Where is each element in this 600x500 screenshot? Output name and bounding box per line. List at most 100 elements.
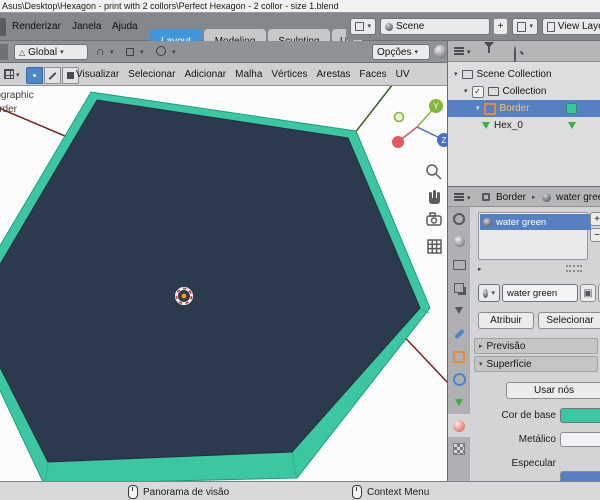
snap-dropdown-icon[interactable]: ▾ <box>110 49 114 56</box>
transform-orientation-dropdown[interactable]: △ Global ▾ <box>14 44 88 60</box>
material-browse-button[interactable]: ▾ <box>478 284 500 302</box>
cut-icon-fragment <box>0 44 8 60</box>
menu-view[interactable]: Visualizar <box>76 69 119 80</box>
material-slot-list[interactable]: water green <box>478 212 591 260</box>
outliner-editor-type-icon[interactable] <box>454 47 464 55</box>
select-button[interactable]: Selecionar <box>538 312 600 329</box>
collection-icon <box>461 70 473 79</box>
breadcrumb-object[interactable]: Border <box>496 187 526 206</box>
axis-x-ball <box>392 136 404 148</box>
outliner-row-hex0[interactable]: Hex_0 <box>448 117 600 134</box>
menu-edge[interactable]: Arestas <box>317 69 351 80</box>
menu-add[interactable]: Adicionar <box>184 69 226 80</box>
zoom-icon[interactable] <box>426 164 442 180</box>
row-label: Scene Collection <box>476 69 552 80</box>
scene-icon <box>355 22 365 31</box>
output-tab-icon[interactable] <box>448 253 470 276</box>
disclosure-icon[interactable]: ▾ <box>464 88 468 95</box>
menu-vertex[interactable]: Vértices <box>271 69 307 80</box>
options-dropdown[interactable]: Opções ▾ <box>372 44 430 60</box>
panel-expanded-icon: ▾ <box>479 360 483 368</box>
outliner: ▾ Scene Collection ▾ ✓ Collection ▾ Bord… <box>448 62 600 186</box>
menu-help[interactable]: Ajuda <box>106 13 144 41</box>
texture-tab-icon[interactable] <box>448 437 470 460</box>
mouse-icon <box>128 485 138 499</box>
viewport-header: ▾ Visualizar Selecionar Adicionar Malha … <box>0 63 447 86</box>
outliner-row-border[interactable]: ▾ Border <box>448 100 600 117</box>
specials-chevron-icon[interactable]: ▸ <box>478 266 482 273</box>
outliner-row-scene-collection[interactable]: ▾ Scene Collection <box>448 66 600 83</box>
fake-user-button[interactable]: ▣ <box>580 284 596 302</box>
add-slot-button[interactable]: + <box>590 212 600 226</box>
preview-panel-header[interactable]: ▸ Previsão <box>474 338 598 354</box>
snap-magnet-icon[interactable]: ∩ <box>96 44 105 58</box>
edge-select-button[interactable] <box>44 67 61 84</box>
object-tab-icon[interactable] <box>448 345 470 368</box>
physics-tab-icon[interactable] <box>448 368 470 391</box>
menu-uv[interactable]: UV <box>396 69 410 80</box>
proportional-edit-icon[interactable] <box>156 46 166 56</box>
material-tab-icon[interactable] <box>448 414 470 437</box>
surface-panel-header[interactable]: ▾ Superfície <box>474 356 598 372</box>
editor-type-chevron-icon[interactable]: ▾ <box>16 72 20 79</box>
scene-name-field[interactable]: Scene <box>380 18 490 35</box>
menu-window[interactable]: Janela <box>66 13 107 41</box>
remove-slot-button[interactable]: − <box>590 228 600 242</box>
assign-button[interactable]: Atribuir <box>478 312 534 329</box>
snap-target-icon[interactable] <box>126 48 134 56</box>
view-layer-field[interactable]: View Layer <box>542 18 600 35</box>
chevron-down-icon: ▾ <box>414 48 418 56</box>
metallic-slider[interactable] <box>560 432 600 447</box>
proportional-falloff-dropdown-icon[interactable]: ▾ <box>172 49 176 56</box>
viewlayer-tab-icon[interactable] <box>448 276 470 299</box>
outliner-row-collection[interactable]: ▾ ✓ Collection <box>448 83 600 100</box>
metallic-label: Metálico <box>518 434 556 445</box>
menu-select[interactable]: Selecionar <box>128 69 175 80</box>
data-tab-icon[interactable] <box>448 391 470 414</box>
object-icon <box>483 102 496 115</box>
vertex-select-button[interactable] <box>26 67 43 84</box>
material-slot-selected[interactable]: water green <box>480 214 591 230</box>
scene-name: Scene <box>396 21 425 32</box>
outliner-editor-chevron-icon[interactable]: ▾ <box>467 49 471 56</box>
modifiers-tab-icon[interactable] <box>448 322 470 345</box>
scene-type-selector[interactable]: ▾ <box>350 18 376 35</box>
new-scene-button[interactable]: + <box>493 18 508 35</box>
tool-tab-icon[interactable] <box>448 207 470 230</box>
mesh-data-icon-right <box>568 122 576 129</box>
material-name-field[interactable]: water green <box>502 284 578 302</box>
menu-mesh[interactable]: Malha <box>235 69 262 80</box>
editor-type-icon[interactable] <box>4 69 14 79</box>
mesh-data-icon <box>482 122 490 129</box>
snap-target-dropdown-icon[interactable]: ▾ <box>140 49 144 56</box>
viewport[interactable]: Y Z User Ortho <box>0 86 447 481</box>
disclosure-icon[interactable]: ▾ <box>454 71 458 78</box>
base-color-swatch[interactable] <box>560 408 600 423</box>
camera-view-icon[interactable] <box>426 212 442 226</box>
shading-sphere-icon[interactable] <box>434 45 447 58</box>
navigation-gizmo[interactable]: Y Z <box>392 99 447 148</box>
menu-face[interactable]: Faces <box>359 69 386 80</box>
orientation-label: Global <box>28 46 58 58</box>
status-bar: Panorama de visão Context Menu <box>0 481 600 500</box>
face-square-icon <box>67 72 74 79</box>
collection-checkbox[interactable]: ✓ <box>471 85 484 98</box>
properties-editor-chevron-icon[interactable]: ▾ <box>467 195 471 202</box>
disclosure-icon[interactable]: ▾ <box>476 105 480 112</box>
collection-icon <box>487 87 499 96</box>
list-resize-grip[interactable] <box>566 265 582 272</box>
pan-hand-icon[interactable] <box>429 190 440 204</box>
ortho-grid-icon[interactable] <box>427 239 442 254</box>
properties-editor-type-icon[interactable] <box>454 193 464 201</box>
material-sphere-icon <box>483 217 492 227</box>
scene-tab-icon[interactable] <box>448 299 470 322</box>
breadcrumb-material[interactable]: water green <box>556 187 600 206</box>
topbar: Renderizar Janela Ajuda Layout Modeling … <box>0 13 600 54</box>
menu-render[interactable]: Renderizar <box>6 13 67 41</box>
render-tab-icon[interactable] <box>448 230 470 253</box>
viewport-overlay-object-name: Border <box>0 104 18 115</box>
breadcrumb-material-icon <box>542 193 551 202</box>
status-hint-right: Context Menu <box>352 485 429 499</box>
view-layer-selector[interactable]: ▾ <box>512 18 538 35</box>
use-nodes-button[interactable]: Usar nós <box>506 382 600 399</box>
